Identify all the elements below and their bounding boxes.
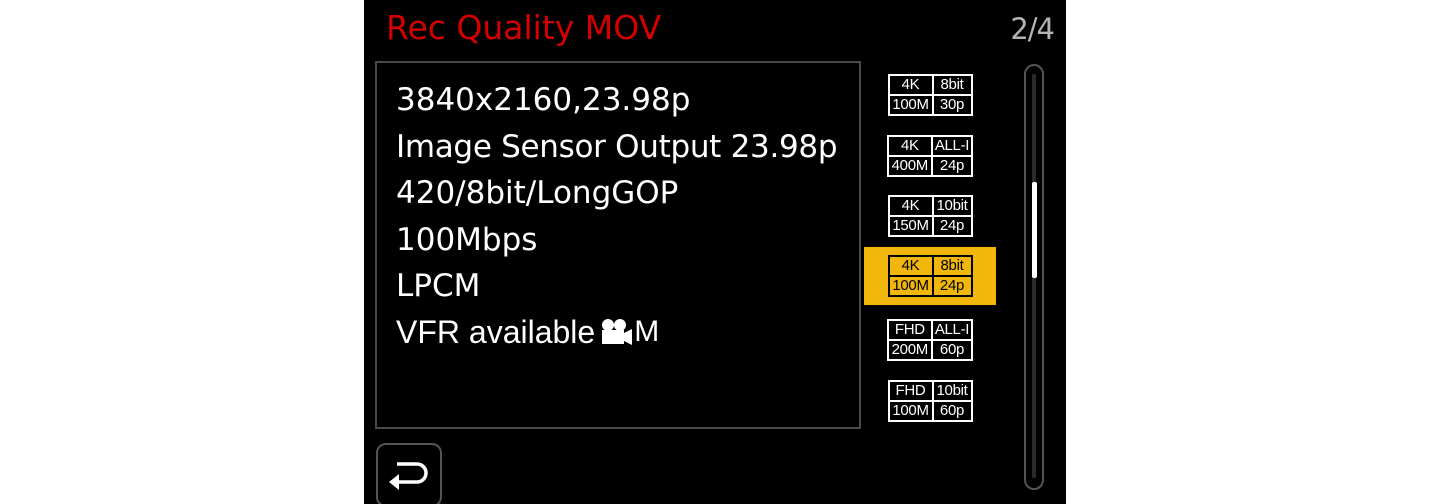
quality-badge: 4K 10bit 150M 24p xyxy=(887,195,973,237)
quality-option-4k-8bit-100m-30p[interactable]: 4K 8bit 100M 30p xyxy=(864,66,996,124)
info-panel: 3840x2160,23.98p Image Sensor Output 23.… xyxy=(375,61,861,429)
sensor-output-text: Image Sensor Output 23.98p xyxy=(396,129,838,165)
bitrate-label: 400M xyxy=(887,156,932,176)
framerate-label: 30p xyxy=(932,95,972,115)
quality-badge: FHD ALL-I 200M 60p xyxy=(886,319,974,361)
movie-camera-icon: M xyxy=(599,315,660,348)
vfr-availability: VFR available M xyxy=(396,313,659,351)
bitrate-label: 100M xyxy=(888,95,933,115)
camera-menu-screen: Rec Quality MOV 2/4 3840x2160,23.98p Ima… xyxy=(364,0,1066,504)
resolution-label: 4K xyxy=(888,196,933,216)
quality-badge: 4K 8bit 100M 24p xyxy=(887,255,973,297)
quality-badge: FHD 10bit 100M 60p xyxy=(887,380,973,422)
bit-depth-label: 8bit xyxy=(932,75,972,95)
scrollbar-thumb[interactable] xyxy=(1032,182,1037,278)
quality-badge: 4K 8bit 100M 30p xyxy=(887,74,973,116)
back-button[interactable] xyxy=(376,443,442,504)
quality-option-4k-8bit-100m-24p-selected[interactable]: 4K 8bit 100M 24p xyxy=(864,247,996,305)
bitrate-label: 200M xyxy=(887,340,932,360)
bitrate-label: 150M xyxy=(888,216,933,236)
framerate-label: 24p xyxy=(931,156,973,176)
scrollbar[interactable] xyxy=(1024,64,1044,490)
framerate-label: 60p xyxy=(932,401,972,421)
bitrate-text: 100Mbps xyxy=(396,222,538,258)
audio-format-text: LPCM xyxy=(396,268,481,304)
bit-depth-label: ALL-I xyxy=(931,320,973,340)
bit-depth-label: 10bit xyxy=(932,381,972,401)
resolution-label: 4K xyxy=(888,75,933,95)
page-title: Rec Quality MOV xyxy=(386,8,662,47)
resolution-framerate-text: 3840x2160,23.98p xyxy=(396,82,691,118)
resolution-label: FHD xyxy=(887,320,932,340)
page-indicator: 2/4 xyxy=(1010,12,1055,46)
vfr-icon-suffix: M xyxy=(634,315,660,348)
return-arrow-icon xyxy=(387,456,431,494)
framerate-label: 24p xyxy=(932,276,972,296)
bitrate-label: 100M xyxy=(888,401,933,421)
framerate-label: 24p xyxy=(932,216,972,236)
quality-badge: 4K ALL-I 400M 24p xyxy=(886,135,974,177)
quality-option-fhd-10bit-100m-60p[interactable]: FHD 10bit 100M 60p xyxy=(864,372,996,430)
quality-option-4k-alli-400m-24p[interactable]: 4K ALL-I 400M 24p xyxy=(864,127,996,185)
bit-depth-label: 8bit xyxy=(932,256,972,276)
bit-depth-label: ALL-I xyxy=(931,136,973,156)
bit-depth-label: 10bit xyxy=(932,196,972,216)
quality-option-4k-10bit-150m-24p[interactable]: 4K 10bit 150M 24p xyxy=(864,187,996,245)
quality-option-fhd-alli-200m-60p[interactable]: FHD ALL-I 200M 60p xyxy=(864,311,996,369)
framerate-label: 60p xyxy=(931,340,973,360)
resolution-label: 4K xyxy=(887,136,932,156)
resolution-label: FHD xyxy=(888,381,933,401)
vfr-available-text: VFR available xyxy=(396,314,596,350)
codec-text: 420/8bit/LongGOP xyxy=(396,175,679,211)
resolution-label: 4K xyxy=(888,256,933,276)
bitrate-label: 100M xyxy=(888,276,933,296)
